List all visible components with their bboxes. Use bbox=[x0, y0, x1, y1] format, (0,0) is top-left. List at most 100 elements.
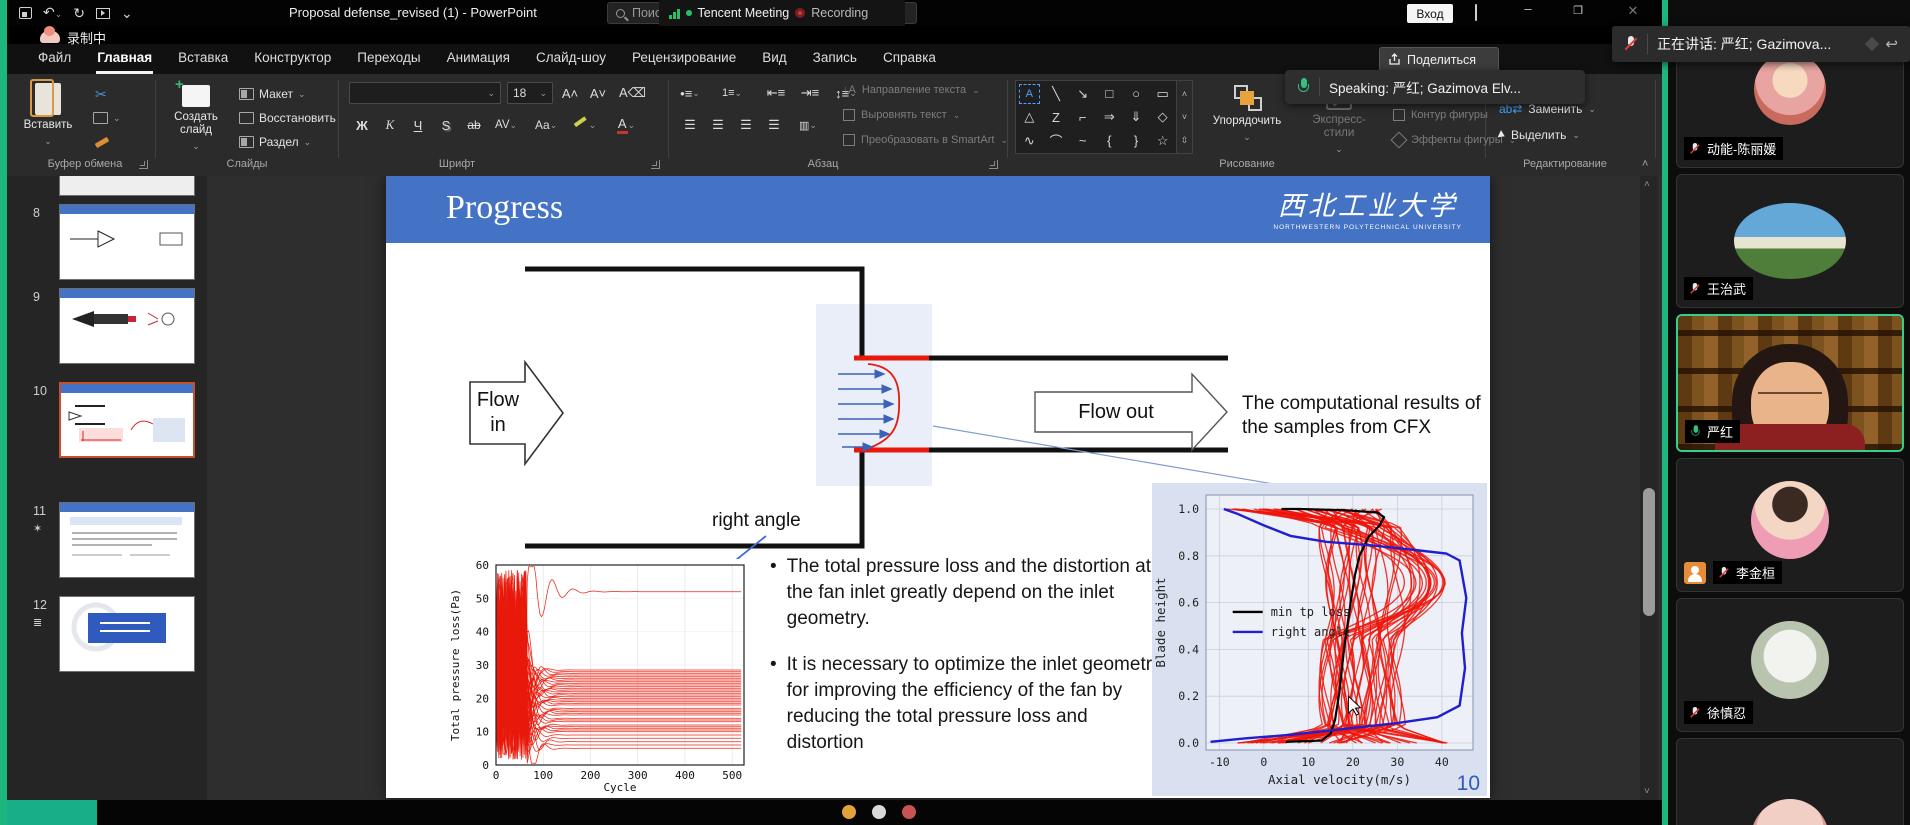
shape-icon[interactable]: { bbox=[1096, 128, 1123, 153]
shape-icon[interactable]: ∿ bbox=[1016, 128, 1043, 153]
shape-outline-button[interactable]: Контур фигуры bbox=[1393, 109, 1488, 121]
layout-button[interactable]: Макет⌄ bbox=[239, 84, 306, 104]
sign-in-button[interactable]: Вход bbox=[1407, 4, 1453, 23]
slide-thumbnail-11[interactable] bbox=[59, 502, 195, 578]
minimize-button[interactable]: – bbox=[1517, 1, 1539, 16]
tab-Конструктор[interactable]: Конструктор bbox=[241, 44, 344, 74]
shape-icon[interactable]: Z bbox=[1043, 107, 1070, 129]
replace-button[interactable]: ab⇄Заменить⌄ bbox=[1499, 102, 1596, 116]
slide-scrollbar[interactable]: ˄ ˅ bbox=[1640, 176, 1658, 800]
redo-icon[interactable]: ↻ bbox=[73, 4, 85, 22]
font-dialog-launcher[interactable] bbox=[651, 160, 660, 169]
underline-button[interactable]: Ч bbox=[407, 114, 429, 136]
start-slideshow-icon[interactable] bbox=[96, 8, 110, 19]
align-left-button[interactable]: ☰ bbox=[679, 114, 701, 136]
increase-indent-button[interactable]: ⇥≡ bbox=[799, 82, 821, 104]
participant-tile-李金桓[interactable]: 李金桓 bbox=[1676, 458, 1904, 592]
shape-icon[interactable]: □ bbox=[1096, 81, 1123, 107]
shape-icon[interactable]: ⇓ bbox=[1123, 107, 1150, 129]
slide-thumbnail-10[interactable] bbox=[59, 382, 195, 458]
select-button[interactable]: Выделить⌄ bbox=[1499, 128, 1580, 142]
text-direction-button[interactable]: ↓AНаправление текста⌄ bbox=[843, 84, 980, 96]
close-button[interactable]: ✕ bbox=[1622, 3, 1644, 19]
new-slide-button[interactable]: Создать слайд⌄ bbox=[163, 79, 229, 155]
shapes-gallery[interactable]: A╲↘□○▭˄ △Z⌐⇒⇓◇˅ ∿⌒~{}☆⇳ bbox=[1015, 80, 1193, 154]
section-button[interactable]: Раздел⌄ bbox=[239, 132, 311, 152]
convert-smartart-button[interactable]: Преобразовать в SmartArt⌄ bbox=[843, 134, 1008, 146]
paste-button[interactable]: Вставить⌄ bbox=[15, 79, 81, 155]
taskbar-icon[interactable] bbox=[872, 805, 886, 819]
restore-button[interactable]: ❐ bbox=[1567, 4, 1589, 17]
shape-icon[interactable]: ▭ bbox=[1149, 81, 1176, 107]
align-right-button[interactable]: ☰ bbox=[735, 114, 757, 136]
shape-icon[interactable]: } bbox=[1123, 128, 1150, 153]
taskbar-icon[interactable] bbox=[902, 805, 916, 819]
character-spacing-button[interactable]: AV⌄ bbox=[495, 114, 517, 136]
shape-icon[interactable]: ○ bbox=[1123, 81, 1150, 107]
copy-button[interactable]: ⌄ bbox=[93, 108, 121, 128]
shapes-scroll-icon[interactable]: ˄ bbox=[1176, 81, 1192, 107]
scrollbar-thumb[interactable] bbox=[1643, 488, 1655, 616]
shapes-scroll-icon[interactable]: ⇳ bbox=[1176, 128, 1192, 153]
slide-thumbnail-9[interactable] bbox=[59, 288, 195, 364]
scroll-up-icon[interactable]: ˄ bbox=[1644, 179, 1650, 190]
increase-font-button[interactable]: A˄ bbox=[559, 82, 581, 104]
slide-canvas[interactable]: Progress 西北工业大学 NORTHWESTERN POLYTECHNIC… bbox=[386, 176, 1490, 798]
tab-Файл[interactable]: Файл bbox=[25, 44, 84, 74]
tab-Главная[interactable]: Главная bbox=[84, 44, 165, 74]
shape-icon[interactable]: ↘ bbox=[1069, 81, 1096, 107]
participant-tile-王治武[interactable]: 王治武 bbox=[1676, 174, 1904, 308]
tab-Вид[interactable]: Вид bbox=[749, 44, 799, 74]
shape-icon[interactable]: ⌒ bbox=[1043, 128, 1070, 153]
tab-Запись[interactable]: Запись bbox=[800, 44, 870, 74]
cut-button[interactable]: ✂ bbox=[95, 84, 107, 104]
decrease-font-button[interactable]: A˅ bbox=[587, 82, 609, 104]
undo-icon[interactable]: ↶⌄ bbox=[43, 3, 62, 23]
format-painter-button[interactable] bbox=[95, 132, 109, 152]
participant-tile-徐慎忍[interactable]: 徐慎忍 bbox=[1676, 598, 1904, 732]
share-button[interactable]: Поделиться bbox=[1379, 47, 1499, 72]
arrange-button[interactable]: Упорядочить⌄ bbox=[1203, 79, 1291, 155]
reset-button[interactable]: Восстановить bbox=[239, 108, 336, 128]
font-color-button[interactable]: А⌄ bbox=[615, 114, 637, 136]
text-shadow-button[interactable]: S bbox=[435, 114, 457, 136]
shapes-scroll-icon[interactable]: ˅ bbox=[1176, 107, 1192, 129]
reply-arrow-icon[interactable]: ↩ bbox=[1885, 35, 1898, 53]
bullets-button[interactable]: •≡⌄ bbox=[679, 82, 701, 104]
columns-button[interactable]: ▥⌄ bbox=[797, 114, 819, 136]
participant-tile[interactable] bbox=[1676, 738, 1904, 825]
paragraph-dialog-launcher[interactable] bbox=[989, 160, 998, 169]
shape-icon[interactable]: ◇ bbox=[1149, 107, 1176, 129]
tab-Вставка[interactable]: Вставка bbox=[165, 44, 241, 74]
clear-formatting-button[interactable]: A⌫ bbox=[619, 82, 646, 104]
tab-Слайд-шоу[interactable]: Слайд-шоу bbox=[523, 44, 619, 74]
slide-thumbnail-8[interactable] bbox=[59, 204, 195, 280]
strikethrough-button[interactable]: ab bbox=[463, 114, 485, 136]
ribbon-display-options-button[interactable] bbox=[1465, 5, 1487, 20]
shape-icon[interactable]: ⌐ bbox=[1069, 107, 1096, 129]
shape-icon[interactable]: △ bbox=[1016, 107, 1043, 129]
tab-Анимация[interactable]: Анимация bbox=[434, 44, 523, 74]
align-text-button[interactable]: Выровнять текст⌄ bbox=[843, 109, 960, 121]
tab-Справка[interactable]: Справка bbox=[870, 44, 949, 74]
shape-icon[interactable]: ╲ bbox=[1043, 81, 1070, 107]
qat-customize-icon[interactable]: ⌄ bbox=[121, 4, 133, 22]
collapse-ribbon-icon[interactable]: ˄ bbox=[1642, 158, 1648, 170]
numbering-button[interactable]: 1≡⌄ bbox=[721, 82, 743, 104]
slide-thumbnail-12[interactable] bbox=[59, 596, 195, 672]
shape-icon[interactable]: ~ bbox=[1069, 128, 1096, 153]
bold-button[interactable]: Ж bbox=[351, 114, 373, 136]
font-name-combo[interactable]: ⌄ bbox=[349, 82, 501, 104]
italic-button[interactable]: К bbox=[379, 114, 401, 136]
shape-icon[interactable]: ☆ bbox=[1149, 128, 1176, 153]
slide-thumbnail-partial[interactable] bbox=[59, 176, 195, 196]
save-icon[interactable] bbox=[19, 7, 32, 19]
participant-tile-严红[interactable]: 严红 bbox=[1676, 314, 1904, 452]
change-case-button[interactable]: Aa⌄ bbox=[535, 114, 557, 136]
align-center-button[interactable]: ☰ bbox=[707, 114, 729, 136]
shape-icon[interactable]: A bbox=[1019, 84, 1040, 104]
font-size-combo[interactable]: 18⌄ bbox=[507, 82, 553, 104]
tab-Переходы[interactable]: Переходы bbox=[344, 44, 433, 74]
shape-icon[interactable]: ⇒ bbox=[1096, 107, 1123, 129]
highlight-color-button[interactable]: ⌄ bbox=[575, 114, 597, 136]
